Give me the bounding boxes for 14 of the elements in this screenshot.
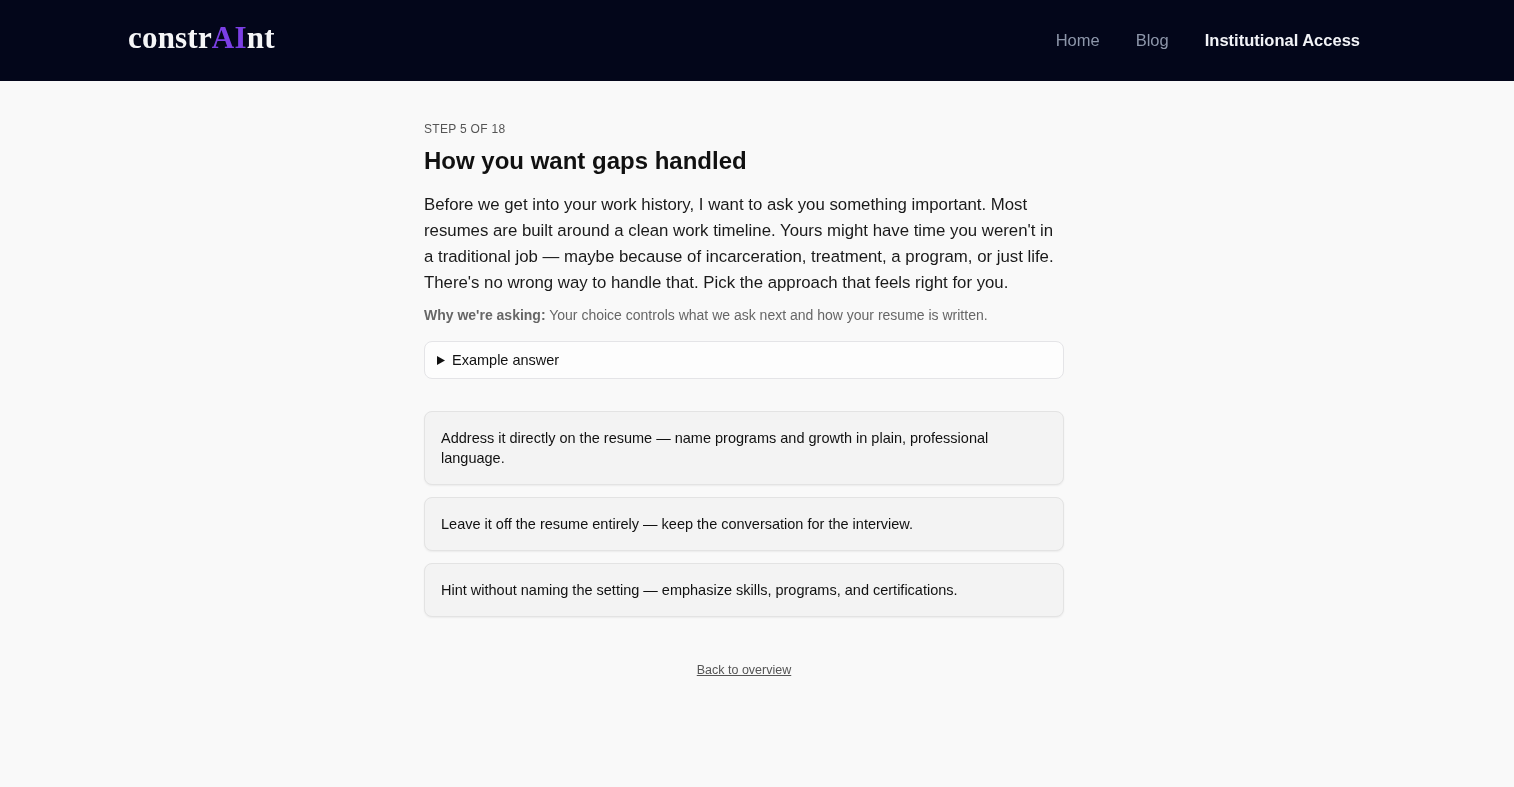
- intro-paragraph: Before we get into your work history, I want to ask you something important. Most resumes are built around a clean work timeline. Yours might have time you weren't in a traditional job — maybe because of incarceration, treatment, a program, or just life. There's no wrong way to handle that. Pick the approach that feels right for you.: [424, 194, 1055, 294]
- step-counter: STEP 5 OF 18: [424, 121, 507, 137]
- logo[interactable]: constrAInt: [128, 22, 275, 53]
- answer-option[interactable]: Leave it off the resume entirely — keep the conversation for the interview.: [424, 497, 1064, 551]
- answer-option[interactable]: Hint without naming the setting — emphasize skills, programs, and certifications.: [424, 563, 1064, 617]
- nav-link[interactable]: Blog: [1135, 31, 1169, 50]
- caret-icon: [437, 355, 445, 365]
- nav-link[interactable]: Home: [1055, 31, 1100, 50]
- nav-link[interactable]: Institutional Access: [1204, 31, 1360, 50]
- step-title: How you want gaps handled: [424, 146, 748, 176]
- back-link[interactable]: Back to overview: [696, 663, 792, 677]
- why-note: Why we're asking: Your choice controls what we ask next and how your resume is written.: [424, 306, 989, 325]
- answer-option[interactable]: Address it directly on the resume — name programs and growth in plain, professional language.: [424, 411, 1064, 485]
- example-answer-toggle[interactable]: Example answer: [424, 341, 1064, 379]
